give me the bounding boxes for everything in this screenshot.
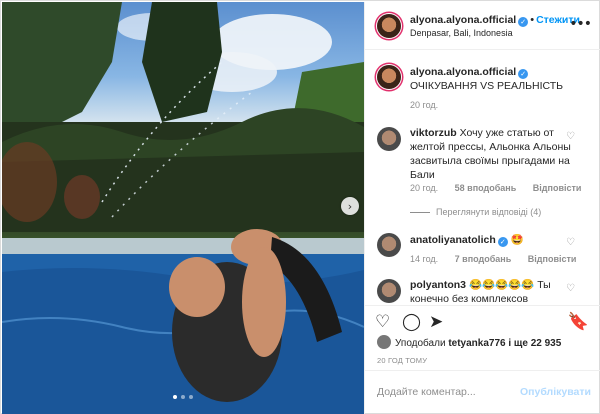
verified-badge-icon: ✓ <box>497 237 508 247</box>
add-comment-bar: Додайте коментар... Опублікувати <box>365 370 600 414</box>
caption-time: 20 год. <box>410 100 439 110</box>
comment-likes[interactable]: 58 вподобань <box>455 183 517 193</box>
comment-time: 14 год. <box>410 254 439 264</box>
post-header: alyona.alyona.official ✓ • Стежити Denpasar… <box>365 2 600 50</box>
caption-username[interactable]: alyona.alyona.official <box>410 66 516 78</box>
likes-count[interactable]: і ще 22 935 <box>508 338 561 349</box>
post-dialog: › alyona.alyona.official ✓ • Стежити Denpas… <box>0 0 600 414</box>
reply-button[interactable]: Відповісти <box>533 183 582 193</box>
caption-text: ОЧІКУВАННЯ VS РЕАЛЬНІСТЬ <box>410 80 564 92</box>
avatar[interactable] <box>377 127 401 151</box>
location-link[interactable]: Denpasar, Bali, Indonesia <box>410 28 513 38</box>
share-icon[interactable]: ➤ <box>429 312 443 332</box>
avatar[interactable] <box>377 279 401 303</box>
carousel-dot <box>181 395 185 399</box>
comment-body: polyanton3 😂😂😂😂😂 Ты конечно без комплекс… <box>410 278 575 305</box>
carousel-dot <box>173 395 177 399</box>
comment-icon[interactable]: ◯ <box>402 312 421 332</box>
reply-button[interactable]: Відповісти <box>528 254 577 264</box>
avatar[interactable] <box>377 65 401 89</box>
post-timestamp[interactable]: 20 ГОД ТОМУ <box>377 356 427 365</box>
caption: alyona.alyona.official ✓ ОЧІКУВАННЯ VS РЕ… <box>410 65 590 93</box>
verified-badge-icon: ✓ <box>518 17 529 27</box>
comment-likes[interactable]: 7 вподобань <box>455 254 512 264</box>
replies-line <box>410 212 430 214</box>
verified-badge-icon: ✓ <box>518 69 529 79</box>
action-bar: ♡ ◯ ➤ 🔖 <box>365 305 600 335</box>
heart-icon[interactable]: ♡ <box>566 131 575 142</box>
header-user-line: alyona.alyona.official ✓ • Стежити <box>410 14 580 27</box>
post-sidebar: alyona.alyona.official ✓ • Стежити Denpasar… <box>364 2 600 414</box>
avatar[interactable] <box>377 233 401 257</box>
comment-meta: 14 год. 7 вподобань Відповісти <box>410 254 576 264</box>
bookmark-icon[interactable]: 🔖 <box>568 312 589 332</box>
comment-meta: 20 год. 58 вподобань Відповісти <box>410 183 581 193</box>
comment-username[interactable]: anatoliyanatolich <box>410 234 496 246</box>
post-photo[interactable]: › <box>2 2 364 414</box>
comment-username[interactable]: viktorzub <box>410 127 457 139</box>
comment-body: viktorzub Хочу уже статью от желтой прес… <box>410 126 575 182</box>
likes-summary: Уподобали tetyanka776 і ще 22 935 <box>377 335 561 349</box>
comment-time: 20 год. <box>410 183 439 193</box>
view-replies-button[interactable]: Переглянути відповіді (4) <box>410 207 541 217</box>
comment-text: 🤩 <box>510 234 524 246</box>
carousel-indicator <box>2 395 364 399</box>
likes-user[interactable]: tetyanka776 <box>448 338 505 349</box>
more-options-icon[interactable]: ••• <box>569 16 592 32</box>
avatar[interactable] <box>377 14 401 38</box>
heart-icon[interactable]: ♡ <box>566 283 575 294</box>
publish-button[interactable]: Опублікувати <box>520 386 591 398</box>
comments-list: alyona.alyona.official ✓ ОЧІКУВАННЯ VS РЕ… <box>365 51 600 305</box>
heart-icon[interactable]: ♡ <box>375 312 390 332</box>
likes-prefix: Уподобали <box>395 338 446 349</box>
carousel-dot <box>189 395 193 399</box>
comment-body: anatoliyanatolich ✓ 🤩 <box>410 233 575 247</box>
heart-icon[interactable]: ♡ <box>566 237 575 248</box>
avatar[interactable] <box>377 335 391 349</box>
author-username[interactable]: alyona.alyona.official <box>410 14 516 26</box>
separator-dot: • <box>530 14 535 26</box>
view-replies-label: Переглянути відповіді (4) <box>436 207 542 217</box>
photo-illustration <box>2 2 364 414</box>
comment-username[interactable]: polyanton3 <box>410 279 466 291</box>
comment-input[interactable]: Додайте коментар... <box>377 386 476 398</box>
chevron-right-icon[interactable]: › <box>341 197 359 215</box>
